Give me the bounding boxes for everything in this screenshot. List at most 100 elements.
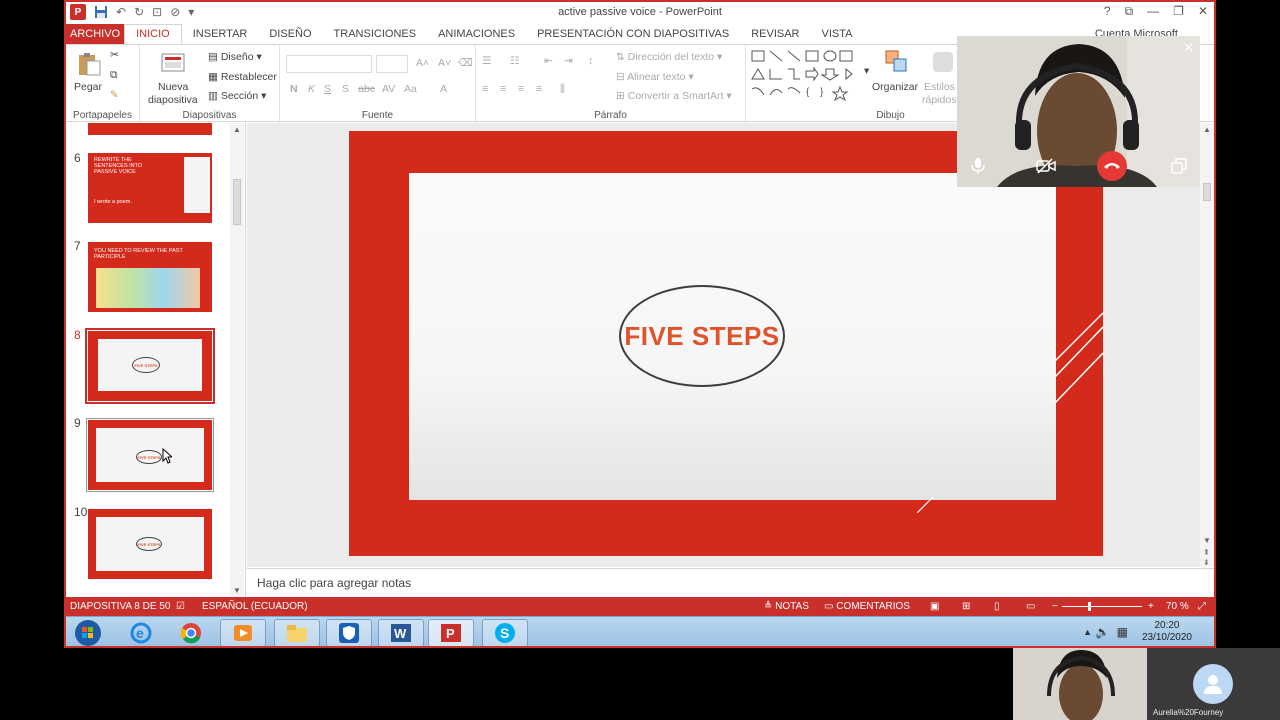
slide-thumbnail-9[interactable]: FIVE STEPS bbox=[86, 418, 214, 492]
participant-video-thumbnail[interactable] bbox=[1013, 648, 1147, 720]
taskbar-internet-explorer[interactable]: e bbox=[118, 619, 164, 646]
video-close-icon[interactable]: ✕ bbox=[1183, 40, 1194, 56]
camera-off-button[interactable] bbox=[1031, 151, 1061, 181]
taskbar-skype[interactable]: S bbox=[482, 619, 528, 646]
slide-thumbnail-6[interactable]: REWRITE THE SENTENCES INTO PASSIVE VOICE… bbox=[88, 153, 212, 223]
reading-view-icon[interactable]: ▯ bbox=[994, 601, 1000, 612]
taskbar-file-explorer[interactable] bbox=[274, 619, 320, 646]
font-name-input[interactable] bbox=[286, 55, 372, 73]
close-icon[interactable]: ✕ bbox=[1198, 4, 1208, 19]
zoom-slider[interactable] bbox=[1062, 602, 1142, 611]
layout-button[interactable]: ▤ Diseño ▾ bbox=[208, 51, 262, 63]
change-case-icon[interactable]: Aa bbox=[404, 83, 417, 95]
align-left-icon[interactable]: ≡ bbox=[482, 83, 488, 95]
arrange-icon[interactable] bbox=[884, 49, 910, 75]
tab-slideshow[interactable]: PRESENTACIÓN CON DIAPOSITIVAS bbox=[526, 24, 740, 44]
notes-pane[interactable]: Haga clic para agregar notas bbox=[247, 568, 1214, 597]
align-right-icon[interactable]: ≡ bbox=[518, 83, 524, 95]
zoom-in-icon[interactable]: + bbox=[1148, 601, 1154, 612]
normal-view-icon[interactable]: ▣ bbox=[930, 601, 939, 612]
zoom-level[interactable]: 70 % bbox=[1166, 601, 1189, 612]
tab-home[interactable]: INICIO bbox=[124, 24, 182, 44]
spelling-icon[interactable]: ☑ bbox=[176, 601, 185, 612]
bullets-icon[interactable]: ☰ bbox=[482, 55, 491, 67]
scroll-up-icon[interactable]: ▲ bbox=[233, 125, 241, 134]
new-slide-label-1[interactable]: Nueva bbox=[158, 81, 188, 93]
show-hidden-icons[interactable]: ▲ bbox=[1083, 627, 1092, 637]
taskbar-chrome[interactable] bbox=[168, 619, 214, 646]
current-slide[interactable]: FIVE STEPS bbox=[349, 131, 1103, 556]
italic-icon[interactable]: K bbox=[308, 83, 315, 95]
line-spacing-icon[interactable]: ↕ bbox=[588, 55, 593, 67]
char-spacing-icon[interactable]: AV bbox=[382, 83, 395, 95]
slide-thumbnail-8[interactable]: FIVE STEPS bbox=[85, 328, 215, 404]
microphone-button[interactable] bbox=[963, 151, 993, 181]
align-text-button[interactable]: ⊟ Alinear texto ▾ bbox=[616, 71, 694, 83]
text-direction-button[interactable]: ⇅ Dirección del texto ▾ bbox=[616, 51, 722, 63]
underline-icon[interactable]: S bbox=[324, 83, 331, 95]
slide-thumbnail-10[interactable]: FIVE STEPS bbox=[88, 509, 212, 579]
columns-icon[interactable]: ⫼ bbox=[560, 83, 565, 96]
tab-insert[interactable]: INSERTAR bbox=[182, 24, 259, 44]
strikethrough-icon[interactable]: abc bbox=[358, 83, 375, 95]
slideshow-view-icon[interactable]: ▭ bbox=[1026, 601, 1035, 612]
smartart-button[interactable]: ⊞ Convertir a SmartArt ▾ bbox=[616, 90, 732, 102]
taskbar-powerpoint[interactable]: P bbox=[428, 619, 474, 646]
previous-slide-icon[interactable]: ⇞ bbox=[1203, 548, 1210, 557]
language-indicator[interactable]: ESPAÑOL (ECUADOR) bbox=[202, 601, 308, 612]
slide-panel-scrollbar[interactable]: ▲ ▼ bbox=[230, 123, 244, 597]
font-color-icon[interactable]: A bbox=[440, 83, 447, 95]
zoom-slider-thumb[interactable] bbox=[1088, 602, 1091, 611]
help-icon[interactable]: ? bbox=[1104, 4, 1111, 19]
shapes-gallery-icon[interactable]: {} bbox=[750, 49, 862, 101]
section-button[interactable]: ▥ Sección ▾ bbox=[208, 90, 266, 102]
notes-button[interactable]: ≜ NOTAS bbox=[764, 601, 809, 612]
shapes-gallery-more[interactable]: ▾ bbox=[864, 65, 869, 77]
bold-icon[interactable]: N bbox=[290, 83, 298, 95]
cut-icon[interactable]: ✂ bbox=[110, 49, 119, 61]
increase-indent-icon[interactable]: ⇥ bbox=[564, 55, 573, 67]
format-painter-icon[interactable]: ✎ bbox=[110, 89, 119, 101]
scroll-down-icon[interactable]: ▼ bbox=[233, 586, 241, 595]
editor-scroll-down-icon[interactable]: ▼ bbox=[1203, 536, 1211, 545]
quick-styles-label-1[interactable]: Estilos bbox=[924, 81, 955, 93]
editor-scrollbar[interactable]: ▲ ▼ ⇞ ⇟ bbox=[1200, 123, 1214, 567]
network-icon[interactable]: ▦ bbox=[1117, 625, 1128, 639]
restore-icon[interactable]: ❐ bbox=[1173, 4, 1184, 19]
taskbar-security-app[interactable] bbox=[326, 619, 372, 646]
editor-scroll-handle[interactable] bbox=[1203, 183, 1211, 201]
paste-icon[interactable] bbox=[76, 51, 102, 77]
tab-animations[interactable]: ANIMACIONES bbox=[427, 24, 526, 44]
increase-font-icon[interactable]: A˄ bbox=[416, 57, 429, 69]
copy-icon[interactable]: ⧉ bbox=[110, 69, 118, 82]
tab-review[interactable]: REVISAR bbox=[740, 24, 810, 44]
quick-styles-icon[interactable] bbox=[930, 49, 956, 75]
zoom-out-icon[interactable]: − bbox=[1052, 601, 1058, 612]
clear-format-icon[interactable]: ⌫ bbox=[458, 57, 473, 69]
participant-tile[interactable]: Aurelia%20Fourney bbox=[1147, 648, 1280, 720]
start-button[interactable] bbox=[68, 619, 108, 646]
slide-thumbnail-7[interactable]: YOU NEED TO REVIEW THE PAST PARTICIPLE bbox=[88, 242, 212, 312]
volume-icon[interactable]: 🔈 bbox=[1095, 625, 1110, 639]
quick-styles-label-2[interactable]: rápidos bbox=[922, 94, 956, 106]
fit-to-window-icon[interactable]: ⤢ bbox=[1198, 601, 1206, 612]
decrease-indent-icon[interactable]: ⇤ bbox=[544, 55, 553, 67]
tab-transitions[interactable]: TRANSICIONES bbox=[323, 24, 428, 44]
align-center-icon[interactable]: ≡ bbox=[500, 83, 506, 95]
taskbar-media-player[interactable] bbox=[220, 619, 266, 646]
ribbon-display-options-icon[interactable]: ⧉ bbox=[1125, 4, 1134, 19]
justify-icon[interactable]: ≡ bbox=[536, 83, 542, 95]
slide-sorter-icon[interactable]: ⊞ bbox=[962, 601, 970, 612]
paste-button[interactable]: Pegar bbox=[74, 81, 102, 93]
minimize-icon[interactable]: — bbox=[1147, 4, 1159, 19]
taskbar-word[interactable]: W bbox=[378, 619, 424, 646]
tab-design[interactable]: DISEÑO bbox=[258, 24, 322, 44]
arrange-button[interactable]: Organizar bbox=[872, 81, 918, 93]
comments-button[interactable]: ▭ COMENTARIOS bbox=[824, 601, 910, 612]
font-size-input[interactable] bbox=[376, 55, 408, 73]
system-clock[interactable]: 20:20 23/10/2020 bbox=[1142, 620, 1192, 644]
slide-thumbnail-5[interactable] bbox=[88, 123, 212, 135]
tab-view[interactable]: VISTA bbox=[811, 24, 864, 44]
editor-scroll-up-icon[interactable]: ▲ bbox=[1203, 125, 1211, 134]
slide-panel-scroll-handle[interactable] bbox=[233, 179, 241, 225]
